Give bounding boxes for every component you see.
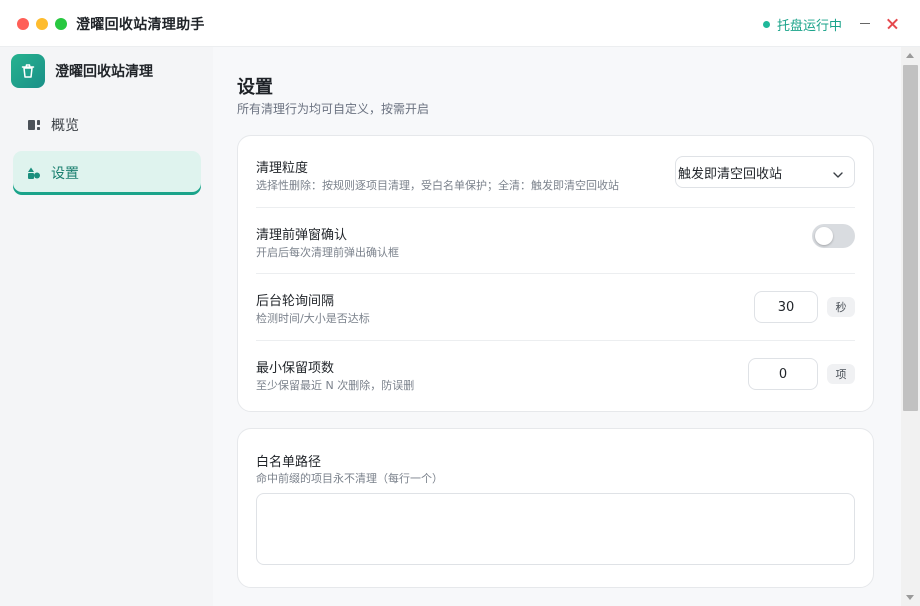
status-dot-icon (763, 20, 770, 28)
vertical-scrollbar[interactable] (901, 47, 920, 606)
select-value: 触发即清空回收站 (678, 166, 783, 182)
setting-description: 选择性删除：按规则逐项目清理，受白名单保护；全清：触发即清空回收站 (256, 179, 619, 192)
page-title: 设置 (237, 77, 273, 98)
sidebar: 澄曜回收站清理 概览 设置 (0, 47, 213, 606)
setting-row-granularity: 清理粒度 选择性删除：按规则逐项目清理，受白名单保护；全清：触发即清空回收站 触… (256, 136, 855, 208)
close-icon[interactable] (884, 13, 902, 33)
scroll-down-arrow-icon[interactable] (906, 595, 914, 600)
whitelist-title: 白名单路径 (256, 455, 322, 470)
whitelist-description: 命中前缀的项目永不清理（每行一个） (256, 472, 443, 485)
setting-row-min-keep: 最小保留项数 至少保留最近 N 次删除，防误删 项 (256, 341, 855, 411)
setting-row-poll-interval: 后台轮询间隔 检测时间/大小是否达标 秒 (256, 274, 855, 341)
main-content: 设置 所有清理行为均可自定义，按需开启 清理粒度 选择性删除：按规则逐项目清理，… (213, 47, 901, 606)
granularity-select[interactable]: 触发即清空回收站 (675, 156, 855, 188)
unit-badge: 秒 (827, 297, 855, 317)
page-subtitle: 所有清理行为均可自定义，按需开启 (237, 102, 430, 116)
sidebar-item-overview[interactable]: 概览 (13, 103, 201, 147)
setting-title: 后台轮询间隔 (256, 294, 335, 309)
unit-badge: 项 (827, 364, 855, 384)
setting-description: 至少保留最近 N 次删除，防误删 (256, 379, 415, 392)
brand-name: 澄曜回收站清理 (55, 63, 153, 80)
min-keep-input[interactable] (748, 358, 818, 390)
setting-title: 最小保留项数 (256, 361, 335, 376)
setting-description: 开启后每次清理前弹出确认框 (256, 246, 399, 259)
chevron-down-icon (832, 166, 844, 178)
sidebar-item-settings[interactable]: 设置 (13, 151, 201, 195)
app-window: 澄曜回收站清理助手 托盘运行中 澄曜回收站清理 概览 设置 设置 所有清理行为均… (0, 0, 920, 606)
setting-title: 清理前弹窗确认 (256, 228, 348, 243)
confirm-toggle[interactable] (812, 224, 855, 248)
setting-description: 检测时间/大小是否达标 (256, 312, 370, 325)
minimize-icon[interactable] (856, 13, 874, 33)
brand: 澄曜回收站清理 (11, 53, 153, 88)
tray-status: 托盘运行中 (763, 15, 843, 34)
zoom-traffic-light[interactable] (55, 18, 67, 30)
sidebar-item-label: 概览 (51, 118, 79, 134)
toggle-knob (815, 227, 833, 245)
setting-title: 清理粒度 (256, 161, 309, 176)
title-bar: 澄曜回收站清理助手 托盘运行中 (0, 0, 920, 47)
dashboard-icon (27, 118, 41, 132)
tray-status-text: 托盘运行中 (777, 18, 843, 34)
app-title: 澄曜回收站清理助手 (76, 17, 205, 33)
settings-shapes-icon (27, 166, 41, 180)
whitelist-card: 白名单路径 命中前缀的项目永不清理（每行一个） (237, 428, 874, 588)
scrollbar-thumb[interactable] (903, 65, 918, 411)
whitelist-textarea[interactable] (256, 493, 855, 565)
close-traffic-light[interactable] (17, 18, 29, 30)
scroll-up-arrow-icon[interactable] (906, 53, 914, 58)
settings-card: 清理粒度 选择性删除：按规则逐项目清理，受白名单保护；全清：触发即清空回收站 触… (237, 135, 874, 412)
sidebar-item-label: 设置 (51, 166, 79, 182)
poll-interval-input[interactable] (754, 291, 818, 323)
setting-row-confirm: 清理前弹窗确认 开启后每次清理前弹出确认框 (256, 208, 855, 274)
trash-bin-icon (11, 53, 45, 88)
minimize-traffic-light[interactable] (36, 18, 48, 30)
